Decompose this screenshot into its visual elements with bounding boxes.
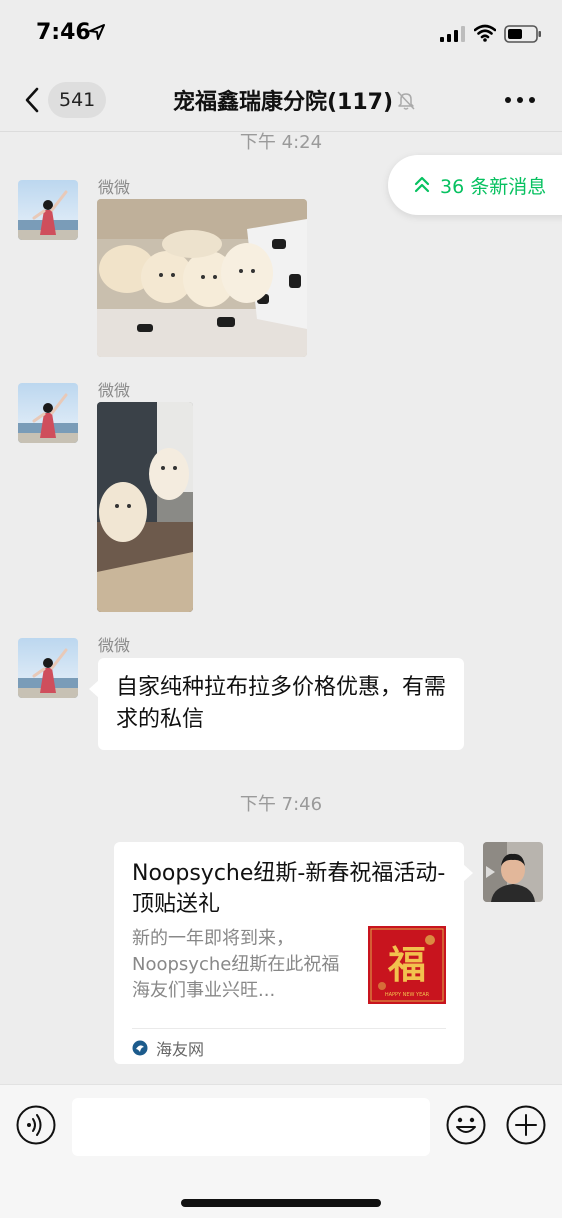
fu-caption: HAPPY NEW YEAR (385, 992, 430, 998)
sender-avatar[interactable] (18, 638, 78, 698)
unread-count-badge: 541 (48, 82, 107, 118)
source-logo-icon (132, 1040, 148, 1056)
status-bar: 7:46 (0, 0, 562, 66)
input-bar (0, 1084, 562, 1218)
chat-title: 宠福鑫瑞康分院(117) (172, 90, 394, 115)
location-arrow-icon (89, 24, 105, 40)
sender-avatar[interactable] (18, 180, 78, 240)
link-card-thumbnail: 福 HAPPY NEW YEAR (368, 926, 446, 1004)
wifi-icon (474, 24, 496, 42)
new-messages-button[interactable]: 36 条新消息 (388, 155, 562, 215)
avatar-photo (18, 180, 78, 240)
link-card-body: 新的一年即将到来，Noopsyche纽斯在此祝福海友们事业兴旺... 福 HAP… (132, 926, 446, 1026)
plus-icon[interactable] (506, 1105, 546, 1145)
chat-screen: 7:46 541 宠福鑫瑞康分院(117) 下午 4:24 36 条新消息 微微… (0, 0, 562, 1218)
link-card-description: 新的一年即将到来，Noopsyche纽斯在此祝福海友们事业兴旺... (132, 928, 340, 1001)
sender-name: 微微 (98, 178, 131, 197)
image-message[interactable] (97, 199, 307, 357)
avatar-photo (483, 842, 543, 902)
link-card-source: 海友网 (132, 1036, 204, 1060)
chevron-left-icon (25, 87, 39, 113)
more-options-icon[interactable] (500, 82, 540, 118)
nav-bar: 541 宠福鑫瑞康分院(117) (0, 66, 562, 132)
link-card-message[interactable]: Noopsyche纽斯-新春祝福活动-顶贴送礼 新的一年即将到来，Noopsyc… (114, 842, 473, 1064)
cellular-signal-icon (440, 26, 465, 42)
voice-input-icon[interactable] (16, 1105, 56, 1145)
sender-name: 微微 (98, 636, 131, 655)
emoji-icon[interactable] (446, 1105, 486, 1145)
sender-name: 微微 (98, 381, 131, 400)
link-card-title: Noopsyche纽斯-新春祝福活动-顶贴送礼 (132, 861, 446, 917)
message-timestamp: 下午 4:24 (239, 132, 323, 153)
bell-muted-icon (397, 91, 415, 110)
sender-avatar[interactable] (18, 383, 78, 443)
fu-greeting-image: 福 HAPPY NEW YEAR (368, 926, 446, 1004)
status-time: 7:46 (36, 20, 91, 45)
text-message-bubble[interactable]: 自家纯种拉布拉多价格优惠，有需求的私信 (89, 658, 464, 750)
message-input[interactable] (72, 1098, 430, 1156)
avatar-photo (18, 383, 78, 443)
avatar-photo (18, 638, 78, 698)
battery-icon (504, 25, 541, 43)
link-card-divider (132, 1028, 446, 1029)
puppies-photo (97, 402, 193, 612)
fu-character: 福 (387, 943, 426, 987)
double-chevron-up-icon (414, 176, 430, 193)
chat-title-area: 宠福鑫瑞康分院(117) (150, 82, 440, 118)
link-card-source-name: 海友网 (156, 1040, 205, 1059)
image-message[interactable] (97, 402, 193, 612)
new-messages-label: 36 条新消息 (440, 175, 547, 198)
my-avatar[interactable] (483, 842, 543, 902)
message-timestamp: 下午 7:46 (239, 794, 323, 815)
puppies-photo (97, 199, 307, 357)
back-button[interactable]: 541 (18, 80, 114, 120)
home-indicator (181, 1199, 381, 1207)
